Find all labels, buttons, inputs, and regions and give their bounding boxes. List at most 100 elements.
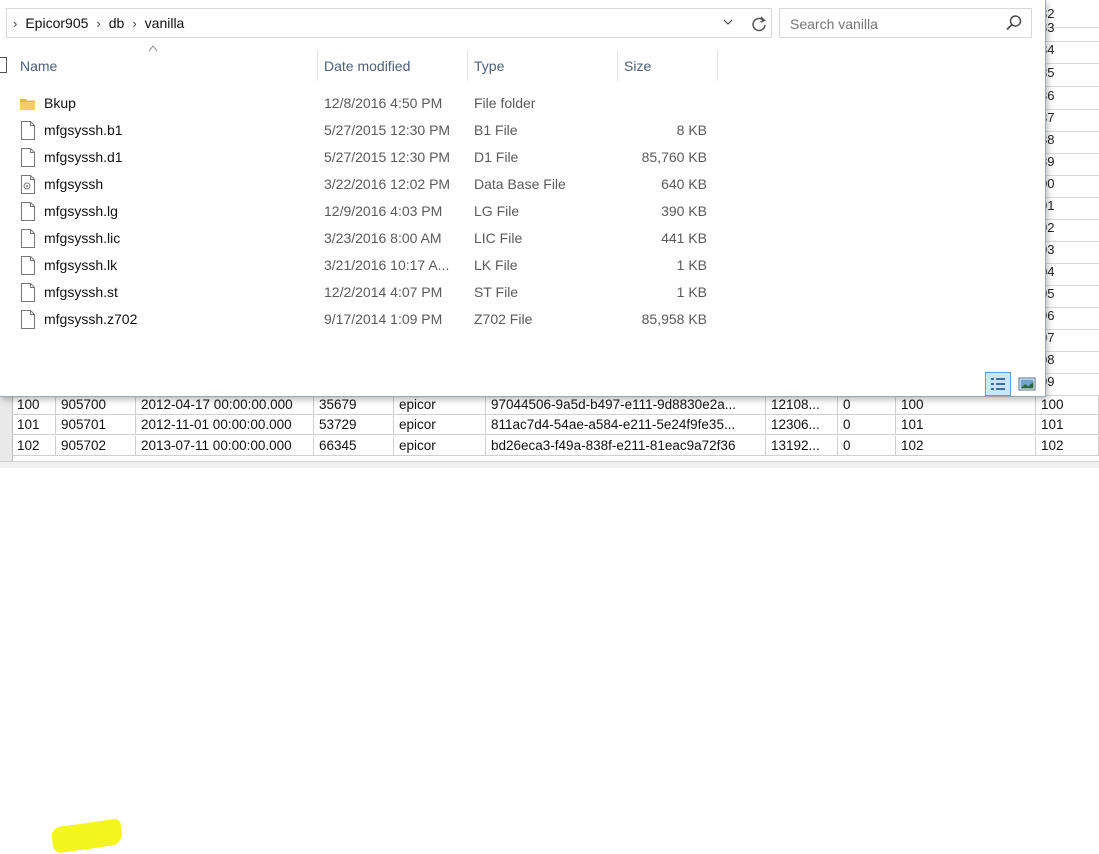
grid-cell[interactable]: 905701 (56, 415, 136, 435)
file-date-modified: 3/23/2016 8:00 AM (324, 230, 442, 246)
list-item[interactable]: mfgsyssh.b1 5/27/2015 12:30 PM B1 File 8… (0, 117, 730, 144)
file-name: mfgsyssh.z702 (44, 311, 138, 327)
highlight-marker (50, 818, 124, 854)
column-header-size[interactable]: Size (618, 51, 718, 81)
list-item[interactable]: mfgsyssh.z702 9/17/2014 1:09 PM Z702 Fil… (0, 306, 730, 333)
grid-cell[interactable]: epicor (394, 395, 486, 415)
search-box[interactable] (779, 8, 1032, 38)
grid-cell[interactable]: 102 (896, 436, 1036, 456)
file-size: 8 KB (676, 122, 707, 138)
grid-cell[interactable]: 97044506-9a5d-b497-e111-9d8830e2a... (486, 395, 766, 415)
grid-cell[interactable]: 13192... (766, 436, 838, 456)
file-type: LG File (474, 203, 520, 219)
grid-cell[interactable]: 0 (838, 436, 896, 456)
column-header-type[interactable]: Type (468, 51, 618, 81)
file-type: ST File (474, 284, 519, 300)
file-type: D1 File (474, 149, 519, 165)
list-item[interactable]: mfgsyssh.lg 12/9/2016 4:03 PM LG File 39… (0, 198, 730, 225)
grid-cell[interactable]: 102 (1036, 436, 1099, 456)
background-rows: 100 905700 2012-04-17 00:00:00.000 35679… (0, 395, 1099, 854)
file-type: LIC File (474, 230, 523, 246)
grid-cell[interactable]: 101 (12, 415, 56, 435)
search-input[interactable] (788, 13, 1002, 35)
grid-cell[interactable]: bd26eca3-f49a-838f-e211-81eac9a72f36 (486, 436, 766, 456)
grid-cell[interactable]: 101 (896, 415, 1036, 435)
table-row[interactable]: 102 905702 2013-07-11 00:00:00.000 66345… (0, 436, 1099, 456)
grid-cell[interactable]: 0 (838, 415, 896, 435)
file-explorer-window: › Epicor905 › db › vanilla Name Date mod… (0, 0, 1046, 397)
grid-cell[interactable]: 102 (12, 436, 56, 456)
file-date-modified: 12/8/2016 4:50 PM (324, 95, 443, 111)
file-size: 640 KB (661, 176, 707, 192)
list-item[interactable]: mfgsyssh.d1 5/27/2015 12:30 PM D1 File 8… (0, 144, 730, 171)
file-type: LK File (474, 257, 518, 273)
file-date-modified: 12/9/2016 4:03 PM (324, 203, 443, 219)
file-icon (21, 310, 35, 329)
file-name: mfgsyssh (44, 176, 104, 192)
file-type: File folder (474, 95, 536, 111)
file-name: mfgsyssh.lk (44, 257, 118, 273)
file-icon (21, 148, 35, 167)
file-name: mfgsyssh.b1 (44, 122, 123, 138)
details-view-button[interactable] (985, 372, 1011, 396)
grid-cell[interactable]: 0 (838, 395, 896, 415)
grid-cell[interactable]: 100 (12, 395, 56, 415)
table-row[interactable]: 100 905700 2012-04-17 00:00:00.000 35679… (0, 395, 1099, 415)
file-name: mfgsyssh.lic (44, 230, 121, 246)
column-header-date-modified[interactable]: Date modified (318, 51, 468, 81)
grid-cell[interactable]: 12306... (766, 415, 838, 435)
address-bar[interactable]: › Epicor905 › db › vanilla (6, 8, 772, 38)
breadcrumb-item-vanilla[interactable]: vanilla (143, 15, 187, 31)
list-item[interactable]: mfgsyssh.st 12/2/2014 4:07 PM ST File 1 … (0, 279, 730, 306)
file-size: 1 KB (676, 284, 707, 300)
refresh-icon[interactable] (748, 13, 770, 35)
grid-cell[interactable]: 2012-04-17 00:00:00.000 (136, 395, 314, 415)
file-date-modified: 3/22/2016 12:02 PM (324, 176, 451, 192)
grid-cell[interactable]: 101 (1036, 415, 1099, 435)
chevron-right-icon[interactable]: › (126, 16, 142, 31)
grid-cell[interactable]: 811ac7d4-54ae-a584-e211-5e24f9fe35... (486, 415, 766, 435)
details-view-icon (991, 378, 1005, 390)
list-item[interactable]: Bkup 12/8/2016 4:50 PM File folder (0, 90, 730, 117)
file-date-modified: 5/27/2015 12:30 PM (324, 149, 451, 165)
file-date-modified: 3/21/2016 10:17 A... (324, 257, 450, 273)
file-date-modified: 12/2/2014 4:07 PM (324, 284, 443, 300)
table-row[interactable]: 101 905701 2012-11-01 00:00:00.000 53729… (0, 415, 1099, 435)
file-size: 1 KB (676, 257, 707, 273)
file-date-modified: 9/17/2014 1:09 PM (324, 311, 443, 327)
breadcrumb-item-epicor905[interactable]: Epicor905 (23, 15, 90, 31)
file-type: B1 File (474, 122, 518, 138)
list-item[interactable]: mfgsyssh.lk 3/21/2016 10:17 A... LK File… (0, 252, 730, 279)
breadcrumb-item-db[interactable]: db (107, 15, 127, 31)
chevron-right-icon[interactable]: › (7, 16, 23, 31)
file-icon (21, 202, 35, 221)
grid-cell[interactable]: 2013-07-11 00:00:00.000 (136, 436, 314, 456)
grid-cell[interactable]: 12108... (766, 395, 838, 415)
chevron-right-icon[interactable]: › (90, 16, 106, 31)
grid-cell[interactable]: 100 (896, 395, 1036, 415)
list-item[interactable]: mfgsyssh 3/22/2016 12:02 PM Data Base Fi… (0, 171, 730, 198)
grid-cell[interactable]: 905700 (56, 395, 136, 415)
grid-cell[interactable]: 2012-11-01 00:00:00.000 (136, 415, 314, 435)
grid-cell[interactable]: epicor (394, 436, 486, 456)
grid-cell[interactable]: 66345 (314, 436, 394, 456)
column-header-name[interactable]: Name (14, 51, 318, 81)
grid-cell[interactable]: 35679 (314, 395, 394, 415)
grid-cell[interactable]: 53729 (314, 415, 394, 435)
breadcrumb: › Epicor905 › db › vanilla (7, 9, 186, 37)
chevron-down-icon[interactable] (723, 13, 733, 34)
file-type: Data Base File (474, 176, 566, 192)
search-icon[interactable] (1005, 14, 1023, 32)
database-file-icon (21, 175, 35, 194)
grid-cell[interactable]: 100 (1036, 395, 1099, 415)
list-item[interactable]: mfgsyssh.lic 3/23/2016 8:00 AM LIC File … (0, 225, 730, 252)
file-size: 85,958 KB (641, 311, 707, 327)
grid-cell[interactable]: epicor (394, 415, 486, 435)
grid-cell[interactable]: 905702 (56, 436, 136, 456)
column-header-row: Name Date modified Type Size (0, 51, 1046, 81)
file-size: 390 KB (661, 203, 707, 219)
large-icons-view-icon (1018, 377, 1036, 391)
file-size: 85,760 KB (641, 149, 707, 165)
large-icons-view-button[interactable] (1014, 372, 1040, 396)
file-icon (21, 121, 35, 140)
